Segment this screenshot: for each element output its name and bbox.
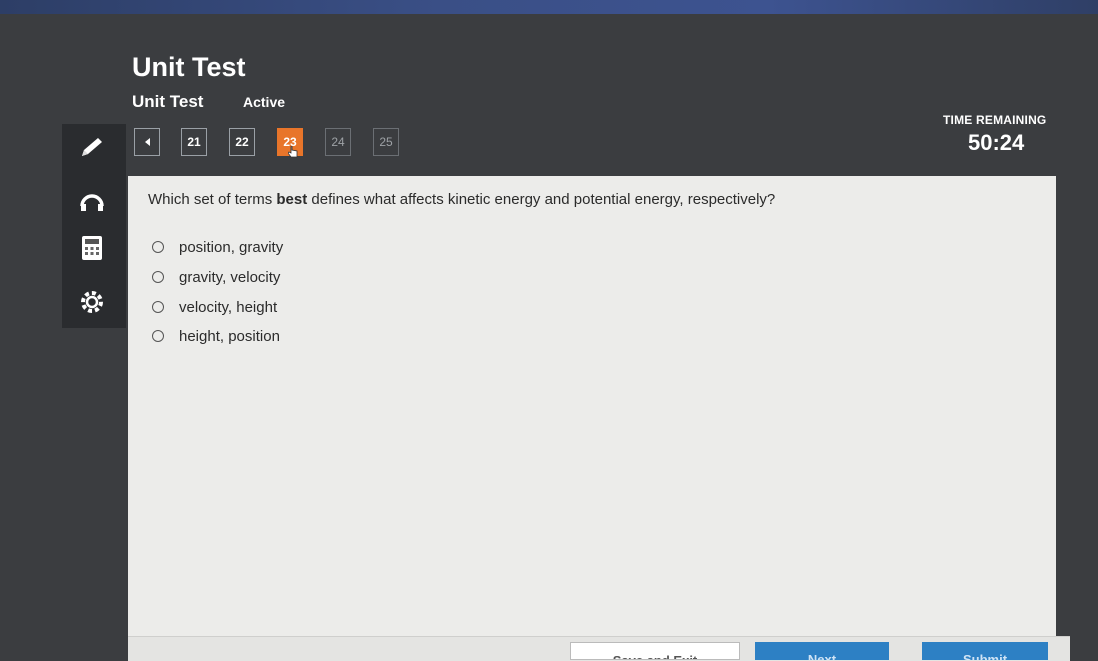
answer-option-label: position, gravity (179, 238, 284, 256)
settings-icon (81, 291, 103, 313)
radio-button[interactable] (152, 241, 164, 253)
pencil-tool-button[interactable] (76, 132, 108, 164)
question-text-suffix: defines what affects kinetic energy and … (307, 191, 776, 208)
submit-button[interactable]: Submit (922, 642, 1048, 660)
question-nav-24[interactable]: 24 (325, 128, 351, 156)
question-nav-21[interactable]: 21 (181, 128, 207, 156)
hand-cursor-icon (288, 146, 298, 158)
answer-option-3[interactable]: velocity, height (152, 297, 277, 317)
question-text-prefix: Which set of terms (148, 191, 277, 208)
question-nav-25[interactable]: 25 (373, 128, 399, 156)
timer-label: TIME REMAINING (943, 113, 1047, 127)
question-text-emphasis: best (276, 191, 308, 208)
question-text: Which set of terms best defines what aff… (148, 191, 775, 208)
answer-option-1[interactable]: position, gravity (152, 237, 283, 257)
question-nav-22[interactable]: 22 (229, 128, 255, 156)
headphones-icon (80, 194, 104, 211)
answer-option-label: height, position (179, 327, 280, 345)
status-badge: Active (243, 94, 286, 110)
answer-option-4[interactable]: height, position (152, 326, 280, 346)
browser-top-bar (0, 0, 1098, 14)
radio-button[interactable] (152, 271, 164, 283)
page-title: Unit Test (132, 52, 246, 82)
answer-option-label: gravity, velocity (179, 268, 281, 286)
calculator-icon (82, 236, 102, 260)
tool-sidebar (62, 124, 126, 328)
next-button[interactable]: Next (755, 642, 889, 660)
answer-option-label: velocity, height (179, 298, 278, 316)
timer-value: 50:24 (968, 130, 1025, 155)
radio-button[interactable] (152, 330, 164, 342)
test-subtitle: Unit Test (132, 92, 204, 111)
answer-option-2[interactable]: gravity, velocity (152, 267, 280, 287)
audio-tool-button[interactable] (76, 184, 108, 216)
save-and-exit-button[interactable]: Save and Exit (570, 642, 740, 660)
calculator-tool-button[interactable] (76, 232, 108, 264)
chevron-left-icon (144, 138, 150, 146)
pencil-icon (82, 138, 102, 156)
reference-tool-button[interactable] (76, 286, 108, 318)
radio-button[interactable] (152, 301, 164, 313)
previous-question-button[interactable] (134, 128, 160, 156)
